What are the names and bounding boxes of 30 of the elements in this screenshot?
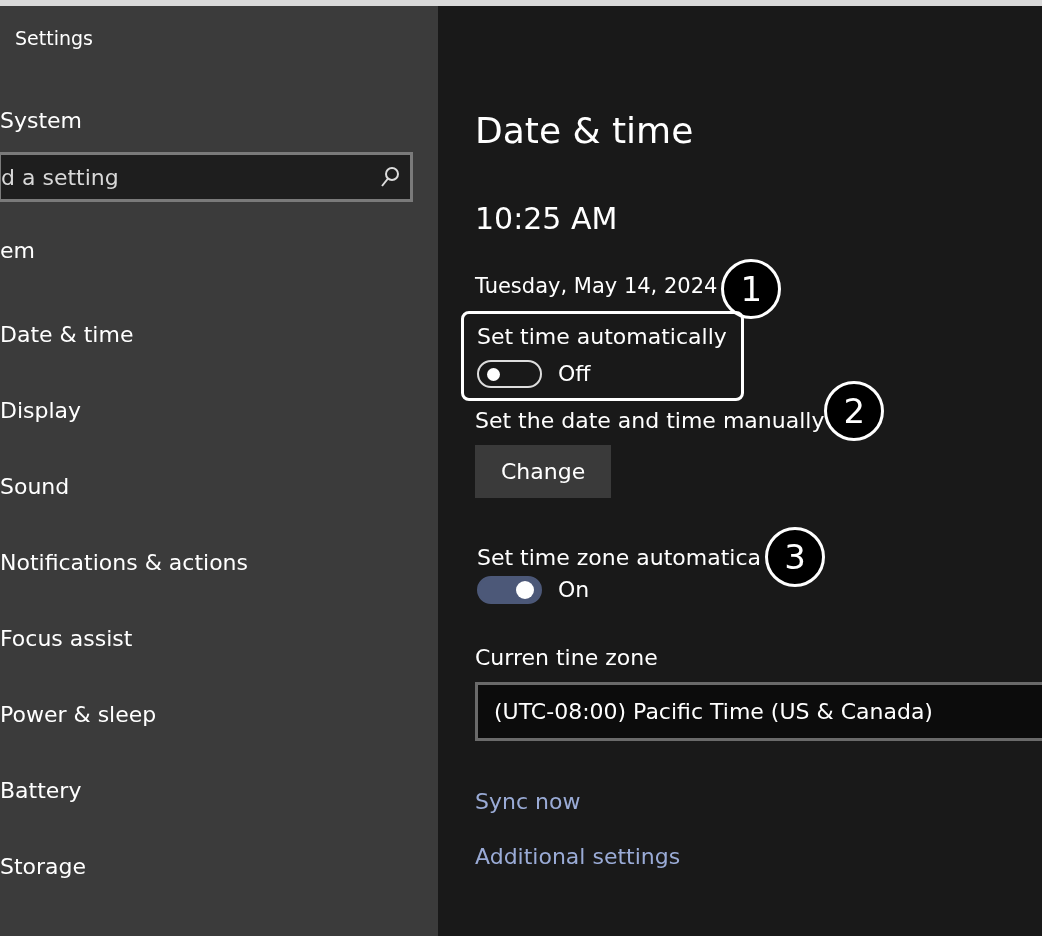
setting-label: Curren tine zone xyxy=(475,644,659,672)
page-title: Date & time xyxy=(475,109,695,153)
link[interactable]: Sync now xyxy=(475,785,581,818)
search-icon xyxy=(380,166,400,188)
sidebar-item[interactable]: Display xyxy=(0,394,438,470)
sidebar-item[interactable]: Battery xyxy=(0,774,438,850)
callout-number: 1 xyxy=(721,259,782,319)
sidebar-section-title: em xyxy=(0,237,36,265)
sidebar-item[interactable]: Focus assist xyxy=(0,622,438,698)
callout-number: 3 xyxy=(765,527,826,587)
timezone-dropdown[interactable]: (UTC-08:00) Pacific Time (US & Canada) xyxy=(475,682,1042,741)
search-field[interactable]: d a setting xyxy=(0,152,413,202)
sidebar-item[interactable]: Notifications & actions xyxy=(0,546,438,622)
window-title: Settings xyxy=(14,26,94,51)
link[interactable]: Additional settings xyxy=(475,840,681,873)
sidebar-header: System xyxy=(0,107,84,135)
change-button[interactable]: Change xyxy=(475,445,612,498)
setting-label: Set the date and time manually xyxy=(475,406,825,435)
callout-number: 2 xyxy=(824,381,885,441)
setting-label: Set time zone automatica xyxy=(477,543,762,572)
current-date: Tuesday, May 14, 2024 xyxy=(475,273,718,300)
toggle-switch[interactable] xyxy=(477,575,542,604)
setting-label: Set time automatically xyxy=(477,323,727,351)
toggle-state: On xyxy=(558,576,590,604)
sidebar-item[interactable]: Power & sleep xyxy=(0,698,438,774)
current-time: 10:25 AM xyxy=(475,200,619,238)
sidebar-item[interactable]: Storage xyxy=(0,850,438,926)
sidebar-item[interactable]: Date & time xyxy=(0,318,438,394)
sidebar-item[interactable]: Sound xyxy=(0,470,438,546)
toggle-state: Off xyxy=(558,360,591,388)
